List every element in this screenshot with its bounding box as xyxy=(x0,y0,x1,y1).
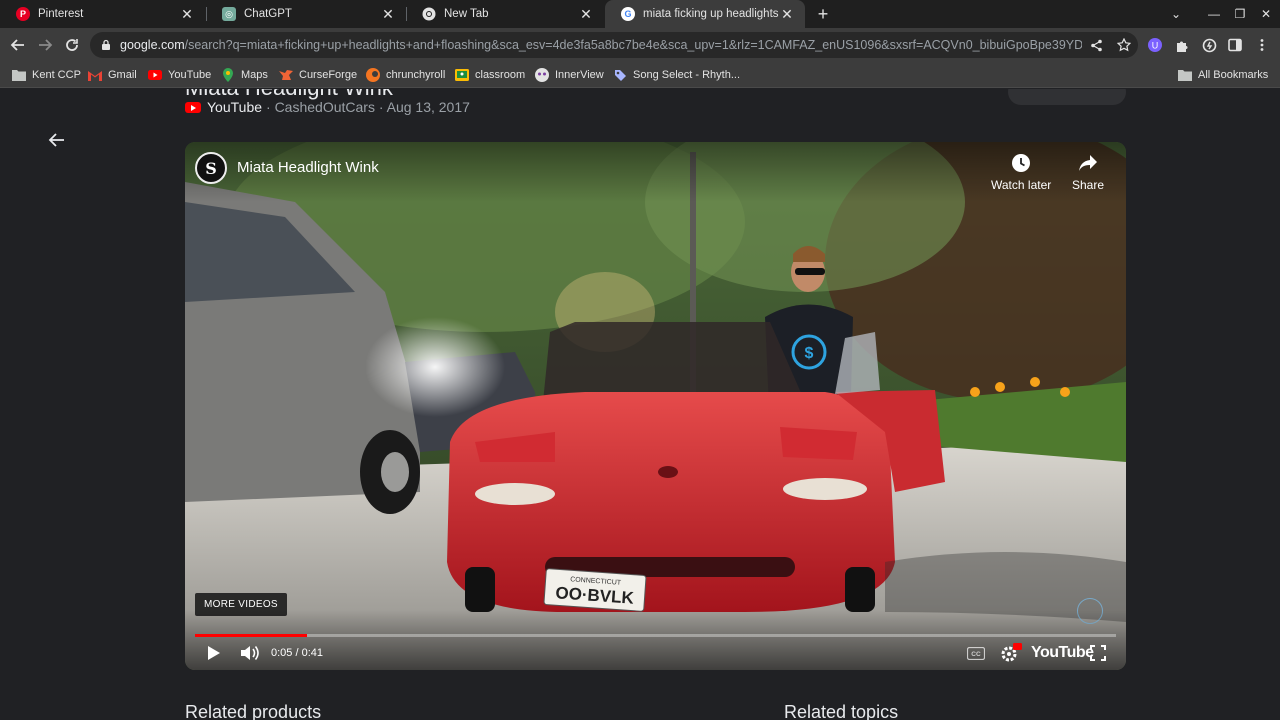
share-arrow-icon xyxy=(1077,152,1099,174)
bookmark-innerview[interactable]: InnerView xyxy=(535,67,604,83)
watch-later-button[interactable]: Watch later xyxy=(991,152,1051,192)
related-topics-heading: Related topics xyxy=(784,702,899,720)
youtube-logo[interactable]: YouTube xyxy=(1031,644,1094,662)
captions-icon: CC xyxy=(967,646,985,660)
close-window-button[interactable]: ✕ xyxy=(1256,5,1276,23)
tab-title: ChatGPT xyxy=(244,8,292,20)
bookmark-youtube[interactable]: YouTube xyxy=(148,67,211,83)
clock-icon xyxy=(1010,152,1032,174)
minimize-button[interactable]: — xyxy=(1204,5,1224,23)
side-panel-icon[interactable] xyxy=(1226,36,1244,54)
forward-arrow-icon xyxy=(39,39,53,51)
svg-text:$: $ xyxy=(805,345,814,362)
svg-text:CC: CC xyxy=(971,651,981,658)
forward-button[interactable] xyxy=(35,35,55,55)
tab-title: Pinterest xyxy=(38,8,84,20)
share-button[interactable]: Share xyxy=(1072,152,1104,192)
close-icon[interactable]: ✕ xyxy=(779,6,795,22)
chatgpt-icon: ◎ xyxy=(222,7,236,21)
songselect-icon xyxy=(613,68,627,82)
svg-text:U: U xyxy=(1152,41,1159,51)
progress-bar[interactable] xyxy=(195,634,1116,637)
restore-button[interactable]: ❐ xyxy=(1230,5,1250,23)
mute-button[interactable] xyxy=(238,642,262,664)
tab-chatgpt[interactable]: ◎ ChatGPT ✕ xyxy=(206,0,406,28)
tab-pinterest[interactable]: P Pinterest ✕ xyxy=(0,0,205,28)
pinterest-icon: P xyxy=(16,7,30,21)
bookmark-gmail[interactable]: Gmail xyxy=(88,67,137,83)
browser-toolbar: google.com/search?q=miata+ficking+up+hea… xyxy=(0,28,1280,62)
volume-icon xyxy=(241,646,259,660)
video-player[interactable]: $ CONNECTICUT OO·BVLK S Miata Headlight … xyxy=(185,142,1126,670)
visit-button[interactable] xyxy=(1008,89,1126,105)
address-bar[interactable]: google.com/search?q=miata+ficking+up+hea… xyxy=(90,32,1138,58)
gmail-icon xyxy=(88,68,102,82)
tab-title: New Tab xyxy=(444,8,489,20)
extensions-puzzle-icon[interactable] xyxy=(1173,36,1191,54)
close-icon[interactable]: ✕ xyxy=(380,6,396,22)
back-arrow-icon[interactable] xyxy=(46,129,68,151)
bookmark-classroom[interactable]: classroom xyxy=(455,67,525,83)
innerview-icon xyxy=(535,68,549,82)
bookmark-crunchyroll[interactable]: chrunchyroll xyxy=(366,67,445,83)
curseforge-icon xyxy=(279,68,293,82)
tab-search-chevron-icon[interactable]: ⌄ xyxy=(1166,5,1186,23)
reload-icon xyxy=(66,39,78,51)
google-icon: G xyxy=(621,7,635,21)
tab-title: miata ficking up headlights and xyxy=(643,8,779,20)
classroom-icon xyxy=(455,68,469,82)
progress-played xyxy=(195,634,308,637)
search-page: Miata Headlight Wink YouTube · CashedOut… xyxy=(0,89,1280,720)
menu-kebab-icon[interactable] xyxy=(1253,36,1271,54)
captions-button[interactable]: CC xyxy=(965,642,987,664)
video-frame-scene: $ CONNECTICUT OO·BVLK xyxy=(185,142,1126,670)
channel-logo[interactable]: S xyxy=(195,152,227,184)
back-button[interactable] xyxy=(8,35,28,55)
play-icon xyxy=(208,646,220,660)
crunchyroll-icon xyxy=(366,68,380,82)
bookmark-song-select[interactable]: Song Select - Rhyth... xyxy=(613,67,740,83)
new-tab-button[interactable]: + xyxy=(812,3,834,25)
source-meta: · CashedOutCars · Aug 13, 2017 xyxy=(266,99,470,115)
bookmark-curseforge[interactable]: CurseForge xyxy=(279,67,357,83)
result-source: YouTube · CashedOutCars · Aug 13, 2017 xyxy=(185,99,470,115)
bookmark-maps[interactable]: Maps xyxy=(221,67,268,83)
video-title[interactable]: Miata Headlight Wink xyxy=(237,159,379,176)
lock-icon xyxy=(102,39,110,50)
tab-new-tab[interactable]: New Tab ✕ xyxy=(406,0,604,28)
bookmark-kent-ccp[interactable]: Kent CCP xyxy=(12,67,81,83)
maps-icon xyxy=(221,68,235,82)
back-arrow-icon xyxy=(10,39,24,51)
time-display: 0:05 / 0:41 xyxy=(271,647,323,659)
bookmarks-bar: Kent CCP Gmail YouTube Maps CurseForge c… xyxy=(0,62,1280,88)
url-text: google.com/search?q=miata+ficking+up+hea… xyxy=(120,38,1082,52)
related-products-heading: Related products xyxy=(185,702,322,720)
all-bookmarks-folder[interactable]: All Bookmarks xyxy=(1178,67,1268,83)
tab-strip: P Pinterest ✕ ◎ ChatGPT ✕ New Tab ✕ G mi… xyxy=(0,0,1280,28)
youtube-icon xyxy=(148,68,162,82)
close-icon[interactable]: ✕ xyxy=(179,6,195,22)
close-icon[interactable]: ✕ xyxy=(578,6,594,22)
chrome-icon xyxy=(422,7,436,21)
tab-google-search[interactable]: G miata ficking up headlights and ✕ xyxy=(605,0,805,28)
source-site[interactable]: YouTube xyxy=(207,99,262,115)
fullscreen-button[interactable] xyxy=(1087,642,1109,664)
share-icon[interactable] xyxy=(1088,37,1104,53)
play-button[interactable] xyxy=(203,642,225,664)
gear-icon xyxy=(1001,643,1022,662)
extension-u-icon[interactable]: U xyxy=(1146,36,1164,54)
fullscreen-icon xyxy=(1090,645,1106,661)
bookmark-star-icon[interactable] xyxy=(1116,37,1132,53)
youtube-icon xyxy=(185,101,201,113)
folder-icon xyxy=(1178,68,1192,82)
reload-button[interactable] xyxy=(62,35,82,55)
settings-button[interactable] xyxy=(998,642,1024,664)
performance-icon[interactable] xyxy=(1200,36,1218,54)
folder-icon xyxy=(12,68,26,82)
